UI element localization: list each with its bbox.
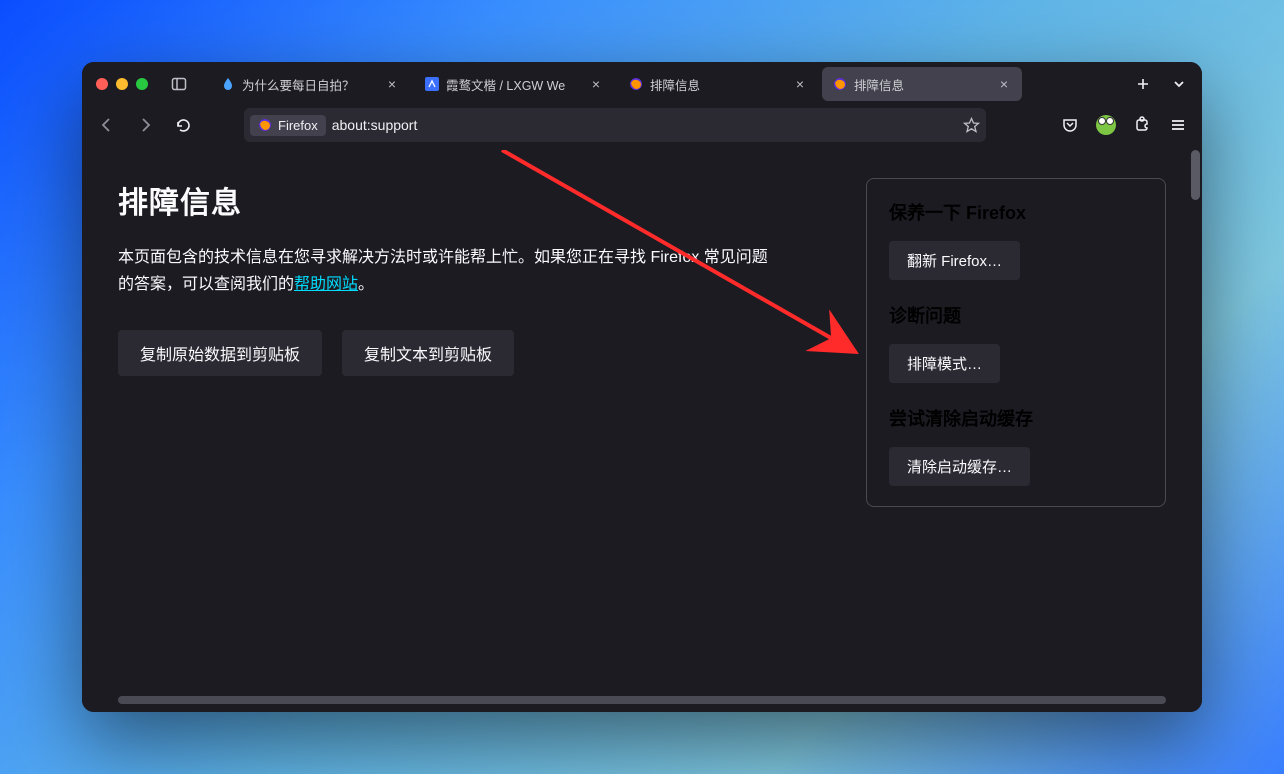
pocket-button[interactable] xyxy=(1054,109,1086,141)
tab-label: 排障信息 xyxy=(650,75,786,94)
firefox-icon xyxy=(258,118,272,132)
tab-label: 霞鹜文楷 / LXGW We xyxy=(446,75,582,94)
cache-heading: 尝试清除启动缓存 xyxy=(889,405,1143,431)
tab-label: 排障信息 xyxy=(854,75,990,94)
tab-close-icon[interactable]: × xyxy=(384,76,400,92)
action-box: 保养一下 Firefox 翻新 Firefox… 诊断问题 排障模式… 尝试清除… xyxy=(866,178,1166,507)
toolbar-right xyxy=(1054,109,1194,141)
copy-text-button[interactable]: 复制文本到剪贴板 xyxy=(342,330,514,376)
horizontal-scrollbar[interactable] xyxy=(118,696,1166,704)
blue-square-icon xyxy=(424,76,440,92)
new-tab-button[interactable] xyxy=(1128,69,1158,99)
tab-strip: 为什么要每日自拍？ × 霞鹜文楷 / LXGW We × 排障信息 × xyxy=(208,62,1122,106)
back-button[interactable] xyxy=(90,108,124,142)
firefox-icon xyxy=(832,76,848,92)
frog-icon xyxy=(1096,115,1116,135)
window-maximize-button[interactable] xyxy=(136,78,148,90)
tab-close-icon[interactable]: × xyxy=(792,76,808,92)
tab-2[interactable]: 排障信息 × xyxy=(618,67,818,101)
tab-0[interactable]: 为什么要每日自拍？ × xyxy=(210,67,410,101)
traffic-lights xyxy=(90,78,158,90)
extensions-button[interactable] xyxy=(1126,109,1158,141)
titlebar: 为什么要每日自拍？ × 霞鹜文楷 / LXGW We × 排障信息 × xyxy=(82,62,1202,106)
help-site-link[interactable]: 帮助网站 xyxy=(294,276,358,293)
page-content: 排障信息 本页面包含的技术信息在您寻求解决方法时或许能帮上忙。如果您正在寻找 F… xyxy=(82,150,1202,712)
bookmark-star-icon[interactable] xyxy=(963,117,980,134)
forward-button[interactable] xyxy=(128,108,162,142)
troubleshoot-mode-button[interactable]: 排障模式… xyxy=(889,344,1000,383)
tab-3-active[interactable]: 排障信息 × xyxy=(822,67,1022,101)
identity-label: Firefox xyxy=(278,118,318,133)
browser-window: 为什么要每日自拍？ × 霞鹜文楷 / LXGW We × 排障信息 × xyxy=(82,62,1202,712)
window-minimize-button[interactable] xyxy=(116,78,128,90)
tab-label: 为什么要每日自拍？ xyxy=(242,75,378,94)
url-bar[interactable]: Firefox about:support xyxy=(244,108,986,142)
copy-raw-button[interactable]: 复制原始数据到剪贴板 xyxy=(118,330,322,376)
reload-button[interactable] xyxy=(166,108,200,142)
sidebar-toggle-button[interactable] xyxy=(164,69,194,99)
refresh-firefox-button[interactable]: 翻新 Firefox… xyxy=(889,241,1020,280)
tab-close-icon[interactable]: × xyxy=(588,76,604,92)
diagnose-heading: 诊断问题 xyxy=(889,302,1143,328)
nav-toolbar: Firefox about:support xyxy=(82,106,1202,150)
identity-box[interactable]: Firefox xyxy=(250,115,326,136)
clear-startup-cache-button[interactable]: 清除启动缓存… xyxy=(889,447,1030,486)
tab-close-icon[interactable]: × xyxy=(996,76,1012,92)
vertical-scrollbar[interactable] xyxy=(1191,150,1200,200)
list-all-tabs-button[interactable] xyxy=(1164,69,1194,99)
url-text: about:support xyxy=(332,117,418,133)
refresh-heading: 保养一下 Firefox xyxy=(889,199,1143,225)
firefox-icon xyxy=(628,76,644,92)
drop-icon xyxy=(220,76,236,92)
page-intro: 本页面包含的技术信息在您寻求解决方法时或许能帮上忙。如果您正在寻找 Firefo… xyxy=(118,244,778,298)
extension-frog-button[interactable] xyxy=(1090,109,1122,141)
tab-1[interactable]: 霞鹜文楷 / LXGW We × xyxy=(414,67,614,101)
app-menu-button[interactable] xyxy=(1162,109,1194,141)
window-close-button[interactable] xyxy=(96,78,108,90)
